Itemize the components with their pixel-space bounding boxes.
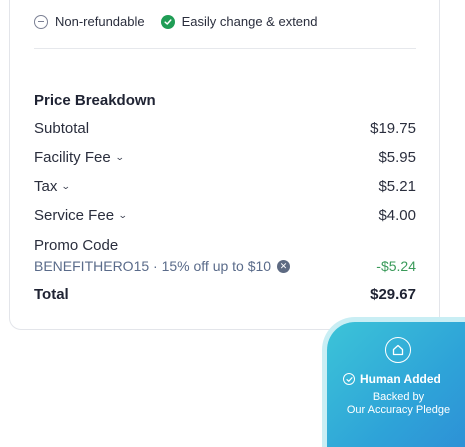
tax-label[interactable]: Tax (34, 178, 57, 195)
check-circle-icon (343, 373, 355, 385)
chevron-down-icon[interactable]: ⌄ (118, 210, 128, 221)
pledge-heading-text: Human Added (360, 372, 441, 386)
total-row: Total $29.67 (34, 286, 416, 303)
promo-discount-value: -$5.24 (376, 258, 416, 274)
service-fee-value: $4.00 (378, 207, 416, 224)
facility-fee-value: $5.95 (378, 149, 416, 166)
total-value: $29.67 (370, 286, 416, 303)
pledge-line-2: Our Accuracy Pledge (346, 404, 451, 416)
accuracy-pledge-badge[interactable]: Human Added Backed by Our Accuracy Pledg… (327, 322, 465, 447)
promo-code-label: Promo Code (34, 237, 119, 254)
promo-code-text: BENEFITHERO15 · 15% off up to $10 (34, 258, 272, 274)
divider (34, 48, 416, 49)
facility-fee-row[interactable]: Facility Fee ⌄ $5.95 (34, 149, 416, 166)
price-breakdown-title: Price Breakdown (34, 92, 156, 109)
subtotal-row: Subtotal $19.75 (34, 120, 416, 137)
facility-fee-label[interactable]: Facility Fee (34, 149, 111, 166)
service-fee-label[interactable]: Service Fee (34, 207, 114, 224)
non-refundable-label: Non-refundable (55, 14, 145, 29)
total-label: Total (34, 286, 69, 303)
policy-badges: Non-refundable Easily change & extend (34, 14, 318, 29)
tax-row[interactable]: Tax ⌄ $5.21 (34, 178, 416, 195)
chevron-down-icon[interactable]: ⌄ (61, 181, 71, 192)
service-fee-row[interactable]: Service Fee ⌄ $4.00 (34, 207, 416, 224)
chevron-down-icon[interactable]: ⌄ (115, 152, 125, 163)
minus-circle-icon (34, 14, 48, 29)
check-circle-icon (160, 14, 175, 29)
tax-value: $5.21 (378, 178, 416, 195)
remove-promo-icon[interactable]: ✕ (277, 259, 291, 273)
subtotal-label: Subtotal (34, 120, 90, 137)
promo-code-row: BENEFITHERO15 · 15% off up to $10 ✕ -$5.… (34, 258, 416, 274)
subtotal-value: $19.75 (370, 120, 416, 137)
easily-change-label: Easily change & extend (181, 14, 318, 29)
non-refundable-badge: Non-refundable (34, 14, 145, 29)
pledge-subtext: Backed by Our Accuracy Pledge (327, 391, 465, 417)
pledge-line-1: Backed by (372, 391, 425, 403)
home-icon (385, 337, 411, 363)
easily-change-badge: Easily change & extend (160, 14, 318, 29)
pledge-heading: Human Added (343, 372, 441, 386)
